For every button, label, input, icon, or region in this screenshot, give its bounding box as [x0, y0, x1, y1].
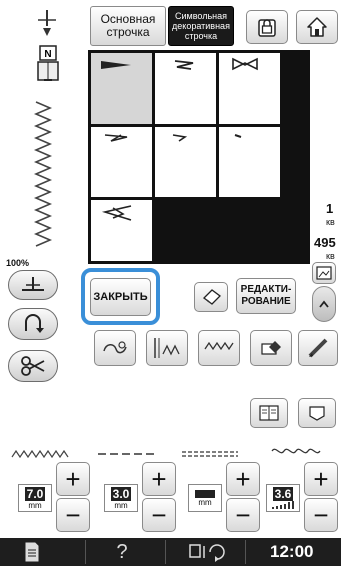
stitch-pattern-icon	[101, 61, 131, 69]
page-total-unit: кв	[326, 251, 335, 261]
stitch-pattern-icon	[232, 57, 258, 71]
stitch-pattern-icon	[101, 205, 132, 221]
elongation-value: 3.6	[272, 487, 294, 501]
single-stitch-button[interactable]	[94, 330, 136, 366]
divider	[85, 540, 86, 564]
delete-button[interactable]	[250, 330, 292, 366]
lock-icon	[258, 19, 276, 37]
length-minus-button[interactable]: −	[142, 498, 176, 532]
stitch-cell[interactable]	[155, 53, 216, 124]
elongation-badge: 3.6	[266, 484, 300, 512]
length-preview	[96, 446, 156, 456]
needle-up-down-icon	[22, 277, 44, 291]
width-badge: 7.0 mm	[18, 484, 52, 512]
tension-icon	[195, 489, 215, 498]
pocket-button[interactable]	[298, 398, 336, 428]
elongation-bars-icon	[272, 501, 294, 509]
close-label: ЗАКРЫТЬ	[93, 291, 148, 303]
thread-cutter-button[interactable]	[8, 350, 58, 382]
eraser-button[interactable]	[194, 282, 228, 312]
stitch-cell[interactable]	[155, 127, 216, 197]
tension-unit: mm	[198, 497, 212, 507]
elongation-minus-button[interactable]: −	[304, 498, 338, 532]
tension-preview	[180, 446, 240, 457]
mirror-start-icon	[154, 338, 180, 358]
stitch-cell-selected[interactable]	[91, 53, 152, 124]
eraser-icon	[203, 289, 221, 305]
image-view-button[interactable]	[312, 262, 336, 284]
tension-control: mm + −	[188, 462, 262, 534]
help-icon[interactable]: ?	[112, 540, 132, 564]
mirror-start-button[interactable]	[146, 330, 188, 366]
reverse-icon	[25, 314, 44, 333]
manual-button[interactable]	[250, 398, 288, 428]
stitch-pattern-icon	[172, 134, 188, 142]
presser-foot-icon: N	[34, 44, 62, 86]
tab-symbolic-stitch[interactable]: Символьная декоративная строчка	[168, 6, 234, 46]
length-value: 3.0	[110, 486, 132, 501]
pencil-icon	[308, 338, 328, 358]
stitch-pattern-icon	[104, 134, 128, 142]
repeat-stitch-button[interactable]	[198, 330, 240, 366]
elongation-control: 3.6 + −	[266, 462, 340, 534]
stitch-cell[interactable]	[91, 200, 152, 261]
scissors-icon	[21, 356, 45, 376]
chevron-up-icon	[319, 300, 329, 308]
length-unit: mm	[114, 500, 128, 510]
lock-button[interactable]	[246, 10, 288, 44]
width-value: 7.0	[24, 486, 46, 501]
page-current-unit: кв	[326, 217, 335, 227]
width-preview	[10, 446, 70, 459]
length-badge: 3.0 mm	[104, 484, 138, 512]
zoom-label: 100%	[6, 258, 30, 268]
reverse-button[interactable]	[8, 308, 58, 340]
tension-minus-button[interactable]: −	[226, 498, 260, 532]
stitch-cell[interactable]	[91, 127, 152, 197]
edit-button[interactable]: РЕДАКТИ- РОВАНИЕ	[236, 278, 296, 314]
tab-basic-stitch[interactable]: Основная строчка	[90, 6, 166, 46]
home-button[interactable]	[296, 10, 338, 44]
width-control: 7.0 mm + −	[18, 462, 92, 534]
needle-up-down-button[interactable]	[8, 270, 58, 300]
divider	[165, 540, 166, 564]
single-stitch-icon	[103, 341, 127, 354]
stitch-cell[interactable]	[219, 127, 280, 197]
bobbin-wifi-icon[interactable]	[188, 542, 228, 562]
clock-time: 12:00	[270, 542, 314, 561]
scroll-up-button[interactable]	[312, 286, 336, 322]
needle-position-icon	[34, 8, 60, 42]
width-minus-button[interactable]: −	[56, 498, 90, 532]
home-icon	[307, 17, 327, 37]
tab-symbolic-label: Символьная декоративная строчка	[172, 11, 230, 41]
length-control: 3.0 mm + −	[104, 462, 178, 534]
elongation-preview	[270, 444, 324, 456]
image-view-icon	[316, 266, 332, 280]
length-plus-button[interactable]: +	[142, 462, 176, 496]
stitch-cell[interactable]	[219, 53, 280, 124]
elongation-plus-button[interactable]: +	[304, 462, 338, 496]
width-plus-button[interactable]: +	[56, 462, 90, 496]
divider	[245, 540, 246, 564]
book-icon	[259, 405, 279, 421]
svg-text:N: N	[44, 49, 51, 60]
pocket-icon	[309, 406, 325, 421]
page-total: 495	[314, 235, 336, 250]
tab-basic-label: Основная строчка	[100, 12, 156, 39]
document-icon[interactable]	[24, 542, 40, 562]
width-unit: mm	[28, 500, 42, 510]
repeat-stitch-icon	[204, 341, 234, 351]
thread-density-button[interactable]	[298, 330, 338, 366]
stitch-preview	[30, 100, 56, 250]
tension-badge: mm	[188, 484, 222, 512]
stitch-pattern-icon	[174, 60, 194, 70]
eraser-icon	[261, 341, 281, 355]
page-current: 1	[326, 201, 334, 216]
tension-plus-button[interactable]: +	[226, 462, 260, 496]
close-button[interactable]: ЗАКРЫТЬ	[90, 278, 151, 316]
edit-label: РЕДАКТИ- РОВАНИЕ	[240, 284, 292, 307]
stitch-pattern-icon	[234, 134, 242, 138]
